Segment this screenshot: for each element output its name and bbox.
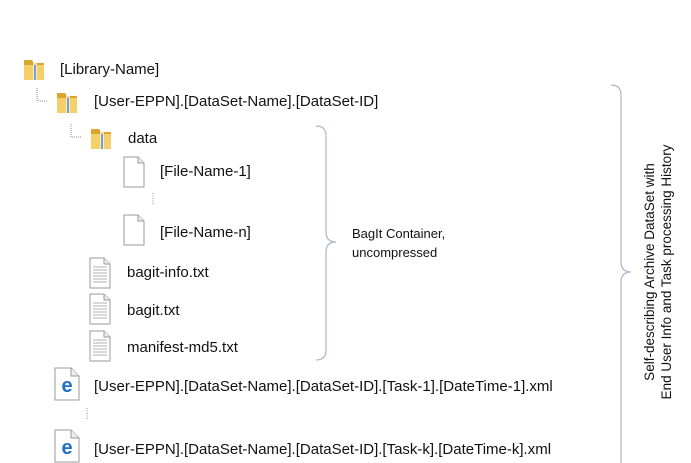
library-label[interactable]: [Library-Name] <box>60 61 159 79</box>
text-file-icon <box>89 257 111 289</box>
bagit-annotation-line2: uncompressed <box>352 245 438 260</box>
text-file-icon <box>89 293 111 325</box>
connector-library-dataset <box>36 88 47 102</box>
dataset-folder-label[interactable]: [User-EPPN].[DataSet-Name].[DataSet-ID] <box>94 93 378 111</box>
bagit-bracket <box>315 125 337 361</box>
bagit-annotation-line1: BagIt Container, <box>352 226 446 241</box>
task-1-xml-label[interactable]: [User-EPPN].[DataSet-Name].[DataSet-ID].… <box>94 378 553 396</box>
folder-icon <box>24 60 44 80</box>
blank-file-icon <box>123 214 145 246</box>
manifest-md5-label[interactable]: manifest-md5.txt <box>127 339 238 357</box>
bagit-label[interactable]: bagit.txt <box>127 302 180 320</box>
data-folder-label[interactable]: data <box>128 130 157 148</box>
text-file-icon <box>89 330 111 362</box>
edge-xml-icon: e <box>54 429 80 463</box>
task-k-xml-label[interactable]: [User-EPPN].[DataSet-Name].[DataSet-ID].… <box>94 441 551 459</box>
file-name-1-label[interactable]: [File-Name-1] <box>160 163 251 181</box>
svg-text:e: e <box>61 375 72 397</box>
edge-xml-icon: e <box>54 367 80 401</box>
folder-icon <box>57 93 77 113</box>
archive-annotation-line2: End User Info and Task processing Histor… <box>659 144 674 400</box>
blank-file-icon <box>123 156 145 188</box>
archive-annotation-line1: Self-describing Archive DataSet with <box>642 163 657 381</box>
archive-bracket <box>610 84 632 463</box>
folder-icon <box>91 129 111 149</box>
connector-dataset-data <box>70 124 82 138</box>
archive-annotation-text: Self-describing Archive DataSet with End… <box>641 132 675 412</box>
bagit-info-label[interactable]: bagit-info.txt <box>127 264 209 282</box>
file-name-n-label[interactable]: [File-Name-n] <box>160 224 251 242</box>
svg-text:e: e <box>61 437 72 459</box>
